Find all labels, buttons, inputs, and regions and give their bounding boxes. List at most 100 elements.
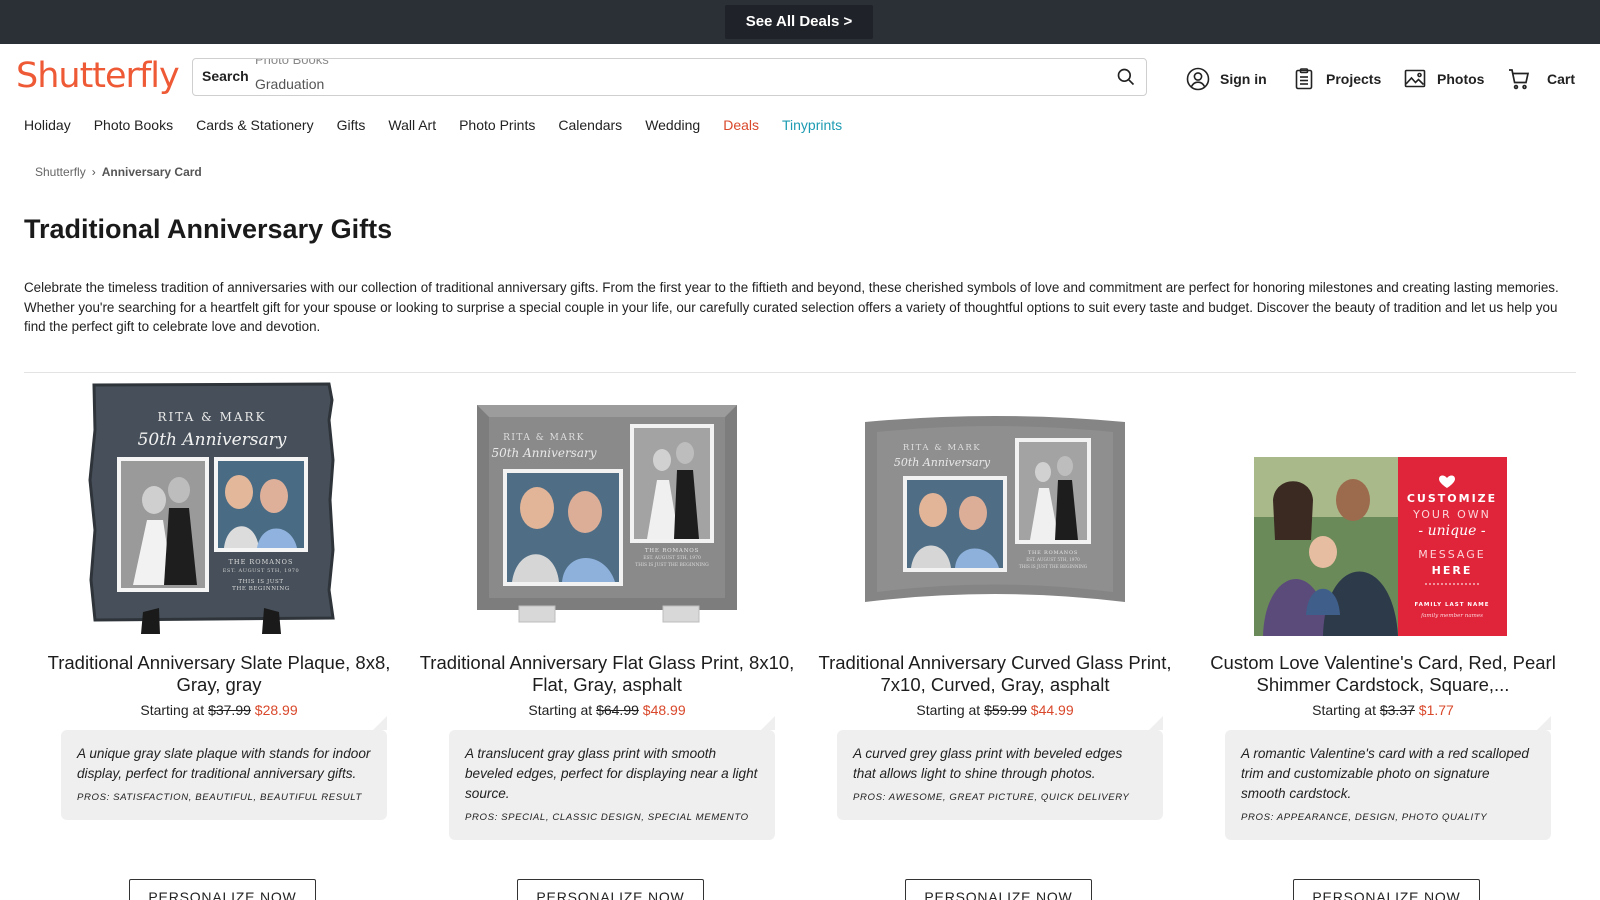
product-image[interactable]: RITA & MARK 50th Anniversary THE ROMANOS… — [805, 380, 1185, 645]
price-prefix: Starting at — [916, 702, 981, 718]
card-line-2: YOUR OWN — [1412, 508, 1491, 521]
product-image[interactable]: RITA & MARK 50th Anniversary THE ROMANOS… — [29, 380, 409, 645]
sale-price: $1.77 — [1418, 702, 1454, 718]
nav-item-calendars[interactable]: Calendars — [558, 117, 622, 133]
product-pros: Pros: appearance, design, photo quality — [1241, 812, 1488, 823]
breadcrumb: Shutterfly › Anniversary Card — [35, 165, 202, 179]
sign-in-label: Sign in — [1220, 71, 1267, 87]
sign-in-link[interactable]: Sign in — [1186, 65, 1267, 93]
product-price: Starting at $37.99 $28.99 — [29, 702, 409, 718]
divider — [24, 372, 1576, 373]
original-price: $37.99 — [208, 702, 251, 718]
personalize-now-button[interactable]: PERSONALIZE NOW — [905, 879, 1092, 900]
breadcrumb-root[interactable]: Shutterfly — [35, 165, 86, 179]
product-description-box: A translucent gray glass print with smoo… — [449, 716, 775, 840]
curved-family: THE ROMANOS — [1028, 550, 1078, 556]
nav-item-tinyprints[interactable]: Tinyprints — [782, 117, 842, 133]
glass-script: 50th Anniversary — [491, 446, 596, 460]
product-title[interactable]: Traditional Anniversary Slate Plaque, 8x… — [29, 652, 409, 696]
product-title[interactable]: Traditional Anniversary Flat Glass Print… — [417, 652, 797, 696]
curved-tag: THIS IS JUST THE BEGINNING — [1019, 564, 1088, 569]
intro-text: Celebrate the timeless tradition of anni… — [24, 280, 1559, 334]
search-icon[interactable] — [1116, 67, 1136, 87]
product-pros: Pros: satisfaction, beautiful, beautiful… — [77, 792, 362, 803]
product-description-box: A curved grey glass print with beveled e… — [837, 716, 1163, 820]
search-suggestion-prev: Photo Books — [255, 59, 329, 67]
product-title[interactable]: Traditional Anniversary Curved Glass Pri… — [805, 652, 1185, 696]
plaque-names: RITA & MARK — [157, 410, 266, 424]
product-image[interactable]: RITA & MARK 50th Anniversary THE ROMANOS… — [417, 380, 797, 645]
search-bar[interactable]: Search Photo Books Graduation — [192, 58, 1147, 96]
product-description-box: A romantic Valentine's card with a red s… — [1225, 716, 1551, 840]
projects-link[interactable]: Projects — [1292, 65, 1381, 93]
nav-item-wall-art[interactable]: Wall Art — [388, 117, 436, 133]
price-prefix: Starting at — [1312, 702, 1376, 718]
product-description-box: A unique gray slate plaque with stands f… — [61, 716, 387, 820]
nav-item-photo-books[interactable]: Photo Books — [94, 117, 173, 133]
glass-names: RITA & MARK — [503, 433, 585, 443]
plaque-script: 50th Anniversary — [138, 430, 287, 450]
personalize-now-button[interactable]: PERSONALIZE NOW — [129, 879, 316, 900]
nav-item-deals[interactable]: Deals — [723, 117, 759, 133]
nav-item-cards-stationery[interactable]: Cards & Stationery — [196, 117, 314, 133]
card-line-1: CUSTOMIZE — [1407, 492, 1497, 505]
see-all-deals-button[interactable]: See All Deals > — [725, 5, 873, 39]
sale-price: $44.99 — [1030, 702, 1074, 718]
product-image[interactable]: CUSTOMIZE YOUR OWN - unique - MESSAGE HE… — [1193, 380, 1573, 645]
price-prefix: Starting at — [528, 702, 593, 718]
product-pros: Pros: awesome, great picture, quick deli… — [853, 792, 1130, 803]
photos-label: Photos — [1437, 71, 1485, 87]
plaque-tag2: THE BEGINNING — [232, 586, 290, 592]
personalize-now-button[interactable]: PERSONALIZE NOW — [1293, 879, 1480, 900]
card-line-3: - unique - — [1418, 523, 1485, 539]
plaque-tag1: THIS IS JUST — [238, 579, 283, 585]
product-price: Starting at $64.99 $48.99 — [417, 702, 797, 718]
card-line-4: MESSAGE — [1418, 548, 1485, 561]
sale-price: $28.99 — [254, 702, 298, 718]
original-price: $59.99 — [984, 702, 1027, 718]
image-icon — [1404, 69, 1426, 88]
shutterfly-logo[interactable]: Shutterfly — [16, 56, 180, 96]
main-nav: Holiday Photo Books Cards & Stationery G… — [24, 117, 865, 133]
curved-est: EST. AUGUST 5TH, 1970 — [1026, 557, 1080, 562]
product-title[interactable]: Custom Love Valentine's Card, Red, Pearl… — [1193, 652, 1573, 696]
cart-link[interactable]: Cart — [1507, 65, 1575, 93]
personalize-now-button[interactable]: PERSONALIZE NOW — [517, 879, 704, 900]
product-description: A curved grey glass print with beveled e… — [853, 746, 1123, 781]
product-price: Starting at $59.99 $44.99 — [805, 702, 1185, 718]
product-pros: Pros: special, classic design, special m… — [465, 812, 749, 823]
original-price: $3.37 — [1379, 702, 1415, 718]
glass-family: THE ROMANOS — [645, 548, 699, 554]
product-description: A translucent gray glass print with smoo… — [465, 746, 758, 801]
plaque-family: THE ROMANOS — [229, 558, 294, 566]
card-line-7: family member names — [1420, 613, 1483, 619]
price-prefix: Starting at — [140, 702, 205, 718]
glass-est: EST. AUGUST 5TH, 1970 — [643, 555, 701, 561]
curved-names: RITA & MARK — [903, 443, 981, 453]
card-line-5: HERE — [1432, 564, 1473, 577]
promo-bar: See All Deals > — [0, 0, 1600, 44]
clipboard-icon — [1295, 68, 1313, 90]
photos-link[interactable]: Photos — [1403, 65, 1484, 93]
search-label: Search — [202, 68, 249, 84]
card-line-6: FAMILY LAST NAME — [1415, 602, 1490, 608]
product-description: A unique gray slate plaque with stands f… — [77, 746, 371, 781]
cart-label: Cart — [1547, 71, 1576, 87]
projects-label: Projects — [1326, 71, 1382, 87]
nav-item-holiday[interactable]: Holiday — [24, 117, 71, 133]
cart-icon — [1509, 69, 1530, 90]
nav-item-wedding[interactable]: Wedding — [645, 117, 700, 133]
sale-price: $48.99 — [642, 702, 686, 718]
plaque-est: EST. AUGUST 5TH, 1970 — [223, 568, 300, 574]
product-description: A romantic Valentine's card with a red s… — [1241, 746, 1529, 801]
curved-script: 50th Anniversary — [894, 456, 991, 469]
breadcrumb-current: Anniversary Card — [101, 165, 202, 179]
nav-item-photo-prints[interactable]: Photo Prints — [459, 117, 535, 133]
original-price: $64.99 — [596, 702, 639, 718]
search-suggestion: Graduation — [255, 76, 325, 92]
chevron-right-icon: › — [91, 165, 96, 179]
page-title: Traditional Anniversary Gifts — [24, 214, 393, 244]
nav-item-gifts[interactable]: Gifts — [337, 117, 366, 133]
product-price: Starting at $3.37 $1.77 — [1193, 702, 1573, 718]
search-suggestion-roller[interactable]: Photo Books Graduation — [255, 59, 855, 95]
